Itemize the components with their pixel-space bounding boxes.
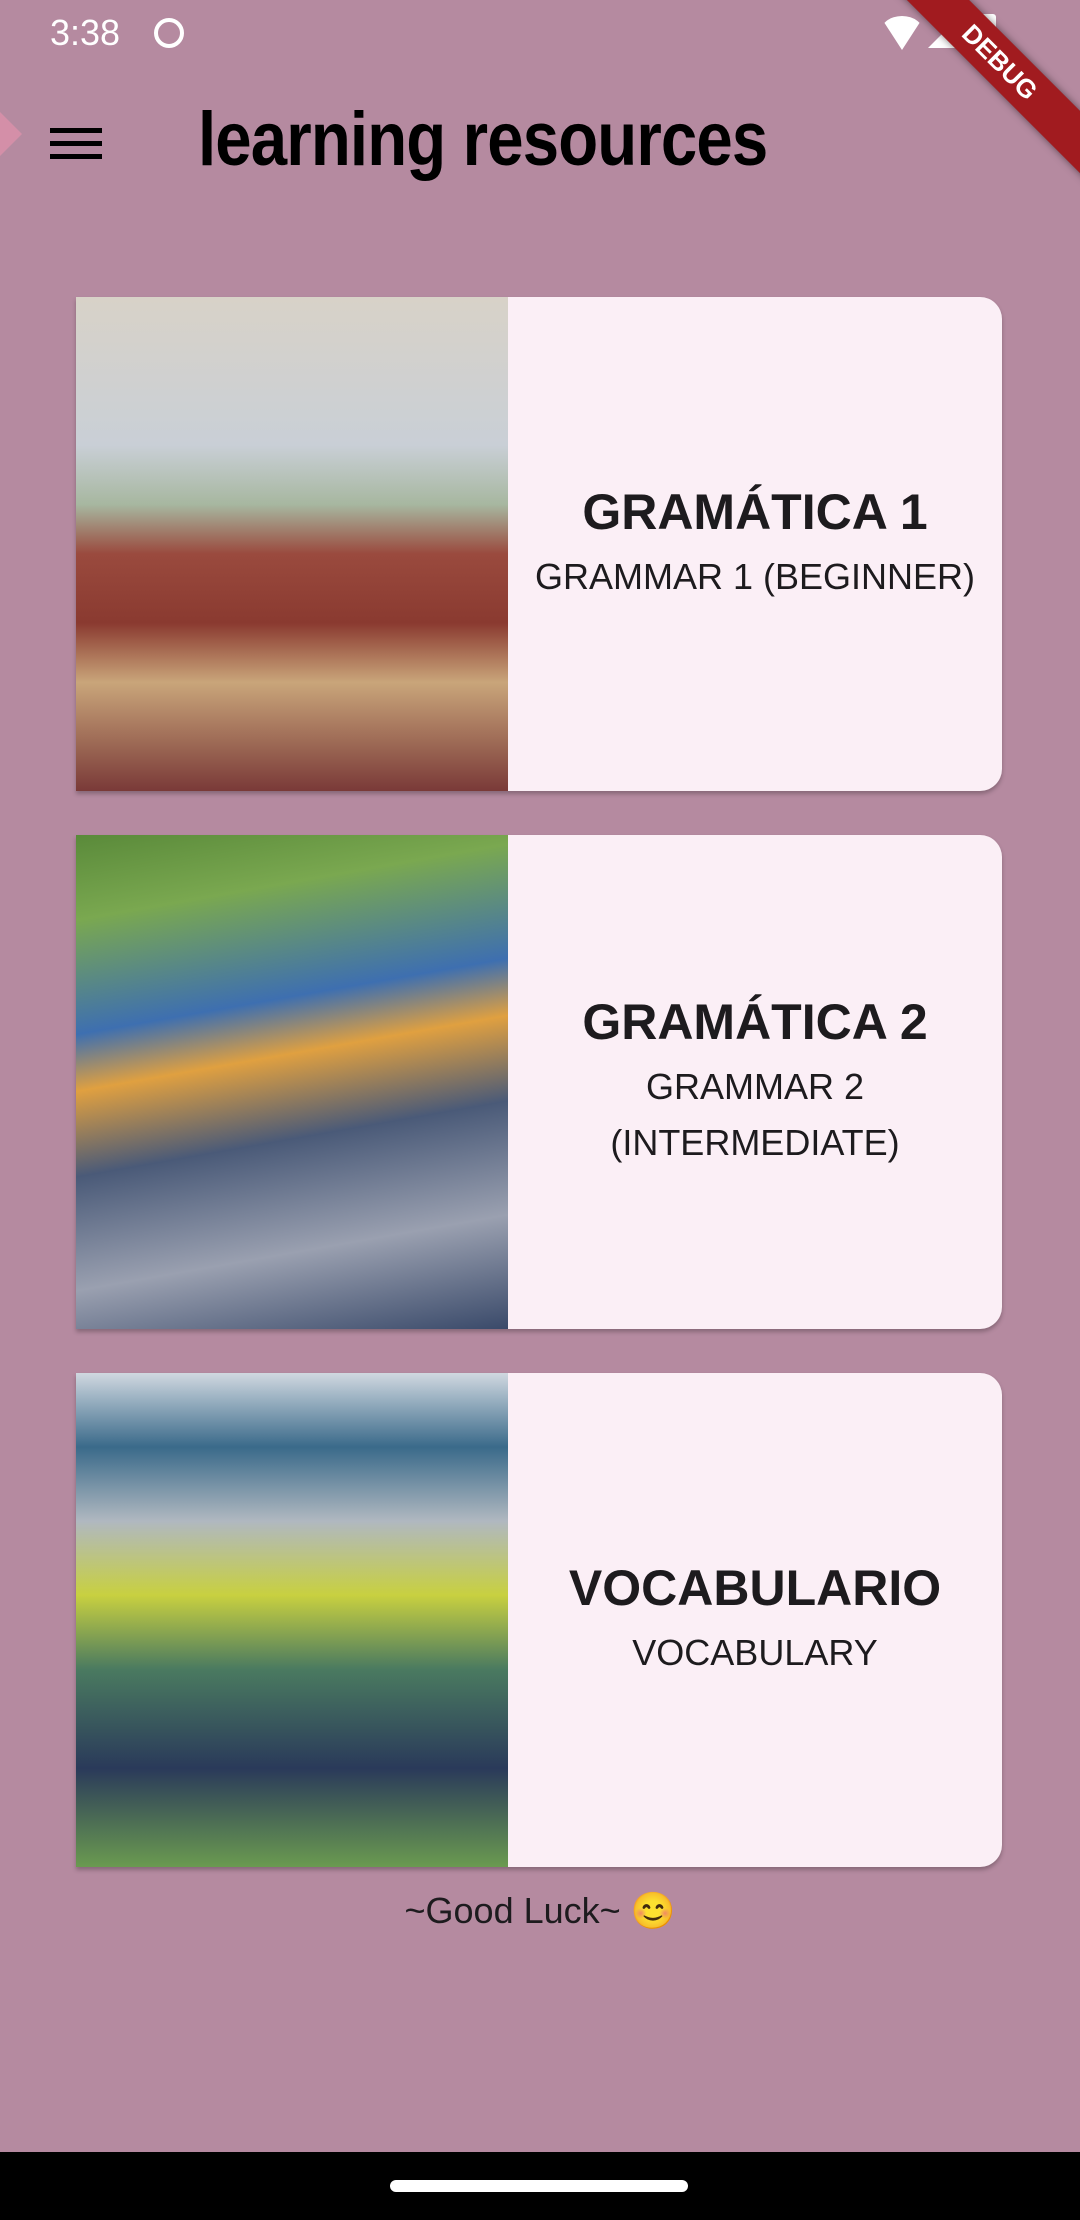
card-title: GRAMÁTICA 2 [582, 994, 928, 1050]
home-gesture-handle[interactable] [390, 2180, 688, 2192]
drawer-edge-indicator [0, 112, 22, 156]
card-grammar-2[interactable]: GRAMÁTICA 2 GRAMMAR 2 (INTERMEDIATE) [76, 835, 1002, 1329]
good-luck-text: ~Good Luck~ 😊 [404, 1890, 676, 1931]
card-title: VOCABULARIO [568, 1560, 942, 1616]
card-subtitle: GRAMMAR 2 (INTERMEDIATE) [610, 1066, 900, 1163]
playground-image [76, 835, 508, 1329]
classroom-image [76, 1373, 508, 1867]
app-bar: learning resources [0, 66, 1080, 222]
card-grammar-1[interactable]: GRAMÁTICA 1 GRAMMAR 1 (BEGINNER) [76, 297, 1002, 791]
card-title: GRAMÁTICA 1 [582, 484, 928, 540]
page-title: learning resources [198, 97, 768, 182]
card-vocabulary[interactable]: VOCABULARIO VOCABULARY [76, 1373, 1002, 1867]
hamburger-menu-icon[interactable] [50, 128, 102, 164]
status-time: 3:38 [50, 12, 121, 53]
card-subtitle: VOCABULARY [632, 1632, 878, 1673]
navigation-bar [0, 2152, 1080, 2220]
wifi-icon [880, 16, 924, 50]
face-icon [154, 18, 184, 48]
living-room-image [76, 297, 508, 791]
card-subtitle: GRAMMAR 1 (BEGINNER) [534, 556, 976, 597]
